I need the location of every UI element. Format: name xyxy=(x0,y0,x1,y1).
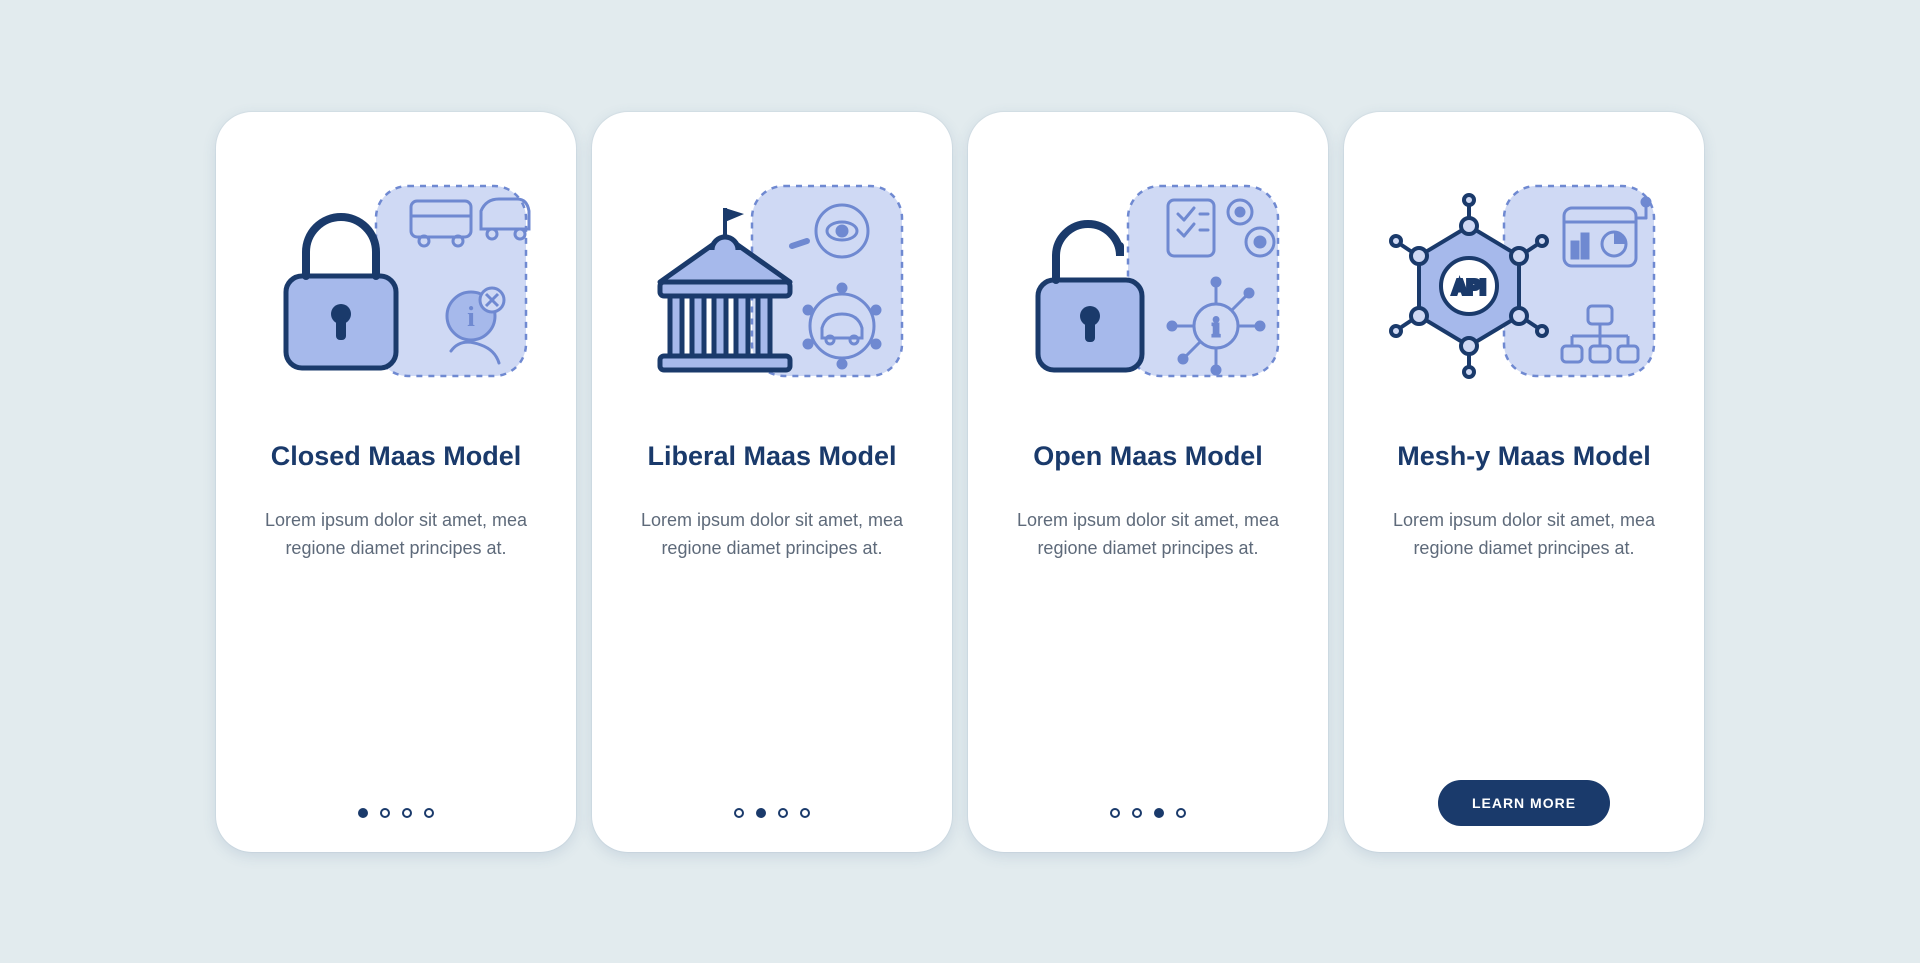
card-body: Lorem ipsum dolor sit amet, mea regione … xyxy=(1013,507,1283,563)
onboarding-card-closed: i Closed Maas Model Lorem ipsum dolor si… xyxy=(216,112,576,852)
dot-2[interactable] xyxy=(756,808,766,818)
dot-4[interactable] xyxy=(800,808,810,818)
dot-3[interactable] xyxy=(1154,808,1164,818)
card-title: Mesh-y Maas Model xyxy=(1397,440,1651,474)
illustration-closed: i xyxy=(256,156,536,406)
page-indicator xyxy=(358,808,434,818)
dot-4[interactable] xyxy=(424,808,434,818)
svg-text:i: i xyxy=(467,302,475,333)
illustration-liberal xyxy=(632,156,912,406)
onboarding-card-open: i Open Maas Model Lorem ipsum dolor sit … xyxy=(968,112,1328,852)
card-body: Lorem ipsum dolor sit amet, mea regione … xyxy=(261,507,531,563)
card-title: Closed Maas Model xyxy=(271,440,522,474)
svg-text:i: i xyxy=(1212,313,1219,342)
lock-open-icon: i xyxy=(1008,156,1288,406)
svg-text:API: API xyxy=(1452,277,1485,299)
dot-1[interactable] xyxy=(358,808,368,818)
dot-1[interactable] xyxy=(1110,808,1120,818)
illustration-open: i xyxy=(1008,156,1288,406)
lock-closed-icon: i xyxy=(256,156,536,406)
card-title: Open Maas Model xyxy=(1033,440,1263,474)
dot-2[interactable] xyxy=(1132,808,1142,818)
learn-more-button[interactable]: LEARN MORE xyxy=(1438,780,1610,826)
page-indicator xyxy=(1110,808,1186,818)
government-building-icon xyxy=(632,156,912,406)
card-body: Lorem ipsum dolor sit amet, mea regione … xyxy=(1389,507,1659,563)
onboarding-card-mesh: API Mesh-y Maas Model Lorem ipsum dolor … xyxy=(1344,112,1704,852)
card-body: Lorem ipsum dolor sit amet, mea regione … xyxy=(637,507,907,563)
dot-2[interactable] xyxy=(380,808,390,818)
dot-3[interactable] xyxy=(778,808,788,818)
dot-4[interactable] xyxy=(1176,808,1186,818)
illustration-mesh: API xyxy=(1384,156,1664,406)
card-title: Liberal Maas Model xyxy=(647,440,896,474)
onboarding-card-liberal: Liberal Maas Model Lorem ipsum dolor sit… xyxy=(592,112,952,852)
dot-1[interactable] xyxy=(734,808,744,818)
page-indicator xyxy=(734,808,810,818)
dot-3[interactable] xyxy=(402,808,412,818)
api-mesh-icon: API xyxy=(1384,156,1664,406)
